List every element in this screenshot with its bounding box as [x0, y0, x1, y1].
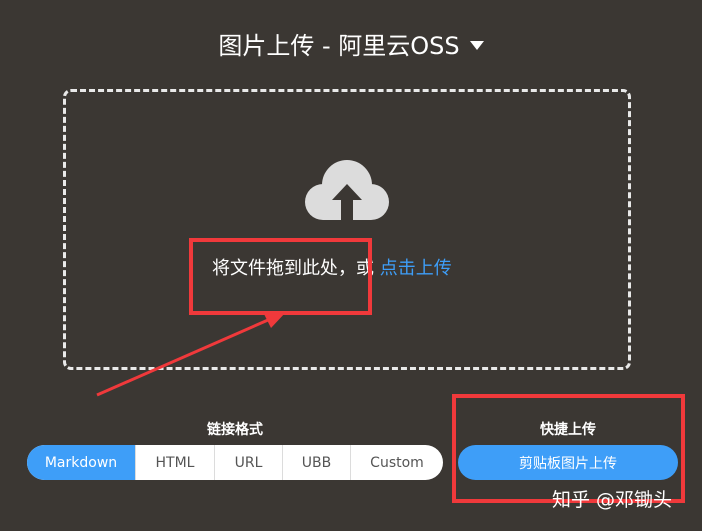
link-format-selector[interactable]: Markdown HTML URL UBB Custom — [27, 445, 443, 480]
page-title[interactable]: 图片上传 - 阿里云OSS — [0, 26, 702, 66]
format-option-markdown[interactable]: Markdown — [27, 445, 135, 480]
format-option-custom[interactable]: Custom — [350, 445, 443, 480]
format-option-url[interactable]: URL — [214, 445, 282, 480]
page-title-text: 图片上传 - 阿里云OSS — [218, 32, 460, 60]
annotation-box-drop-text — [189, 238, 372, 315]
cloud-upload-icon — [305, 160, 389, 230]
format-option-html[interactable]: HTML — [135, 445, 214, 480]
format-option-ubb[interactable]: UBB — [282, 445, 350, 480]
link-format-label: 链接格式 — [207, 422, 263, 438]
zhihu-watermark: 知乎 @邓锄头 — [552, 489, 673, 511]
click-upload-link[interactable]: 点击上传 — [380, 258, 452, 279]
caret-down-icon[interactable] — [469, 40, 484, 50]
